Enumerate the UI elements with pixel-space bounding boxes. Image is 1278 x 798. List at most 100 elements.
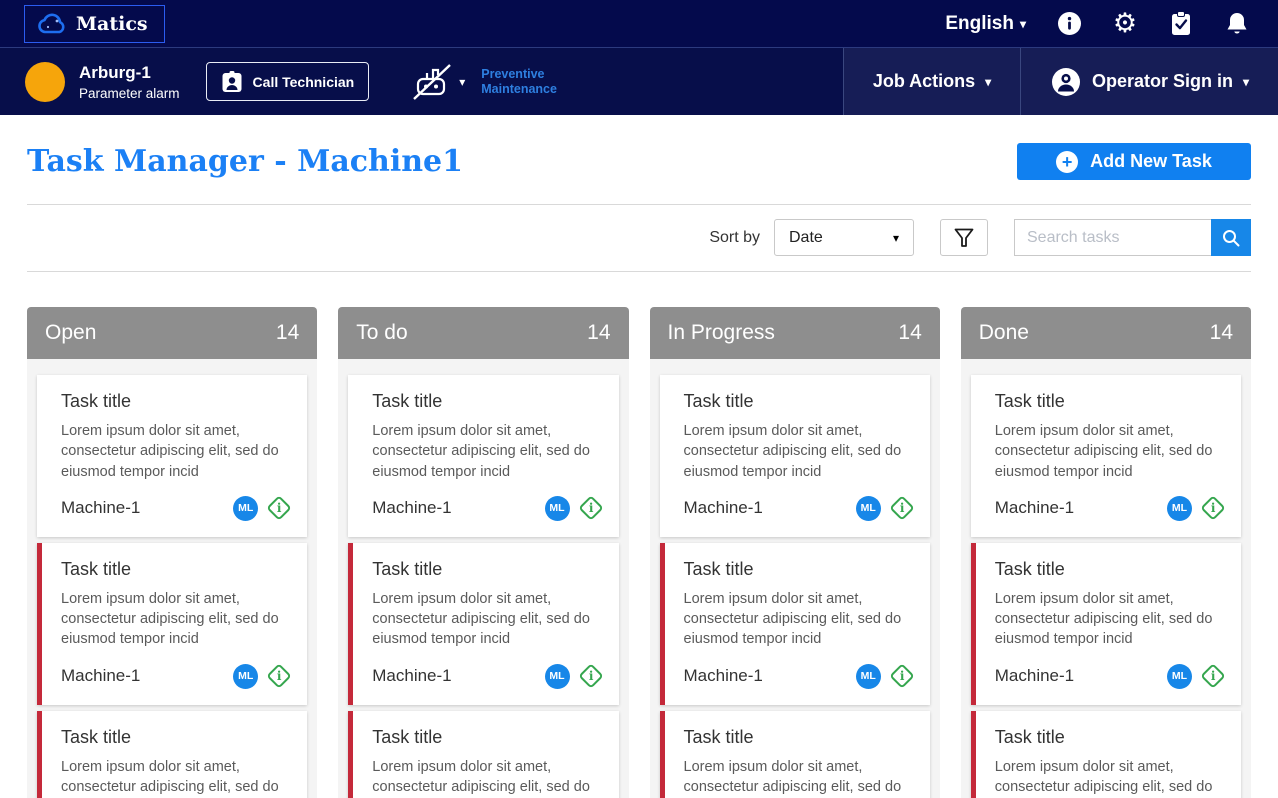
task-title: Task title — [683, 726, 754, 747]
chevron-down-icon: ▾ — [459, 74, 466, 89]
call-technician-label: Call Technician — [252, 73, 355, 90]
info-diamond-icon[interactable]: i — [1200, 495, 1226, 522]
operator-sign-in-menu[interactable]: Operator Sign in ▾ — [1020, 48, 1278, 115]
preventive-maintenance-label: Preventive Maintenance — [481, 66, 557, 96]
notifications-bell-icon[interactable] — [1224, 11, 1250, 37]
machine-name: Arburg-1 — [79, 62, 151, 82]
info-diamond-icon[interactable]: i — [889, 495, 915, 522]
add-new-task-label: Add New Task — [1090, 151, 1212, 171]
task-machine-label: Machine-1 — [372, 666, 452, 686]
ml-badge: ML — [855, 495, 881, 521]
settings-gear-icon[interactable]: ⚙ — [1112, 10, 1138, 37]
column-title: Open — [45, 321, 97, 344]
column-body: Task title Lorem ipsum dolor sit amet, co… — [960, 359, 1251, 798]
job-actions-label: Job Actions — [872, 71, 976, 91]
task-card[interactable]: Task title Lorem ipsum dolor sit amet, co… — [970, 375, 1241, 537]
task-card[interactable]: Task title Lorem ipsum dolor sit amet, co… — [37, 542, 308, 705]
info-diamond-icon[interactable]: i — [266, 663, 292, 690]
column-body: Task title Lorem ipsum dolor sit amet, co… — [338, 359, 629, 798]
job-actions-menu[interactable]: Job Actions ▾ — [843, 48, 1020, 115]
toolbar: Sort by Date ▾ — [27, 205, 1251, 271]
info-diamond-icon[interactable]: i — [266, 495, 292, 522]
task-machine-label: Machine-1 — [372, 498, 452, 518]
column-count-badge: 14 — [898, 321, 922, 344]
column-body: Task title Lorem ipsum dolor sit amet, co… — [649, 359, 940, 798]
operator-sign-in-label: Operator Sign in — [1091, 71, 1233, 91]
info-diamond-icon[interactable]: i — [889, 663, 915, 690]
task-machine-label: Machine-1 — [61, 498, 141, 518]
task-machine-label: Machine-1 — [683, 498, 763, 518]
machine-status-text: Parameter alarm — [79, 85, 180, 101]
task-card[interactable]: Task title Lorem ipsum dolor sit amet, co… — [348, 375, 619, 537]
ml-badge: ML — [233, 495, 259, 521]
sort-select[interactable]: Date ▾ — [774, 219, 914, 256]
task-title: Task title — [994, 558, 1065, 579]
info-diamond-icon[interactable]: i — [1200, 663, 1226, 690]
filter-funnel-icon — [953, 227, 975, 249]
task-title: Task title — [61, 726, 132, 747]
column-title: Done — [978, 321, 1029, 344]
kanban-column-open: Open 14 Task title Lorem ipsum dolor sit am… — [27, 307, 318, 798]
filter-button[interactable] — [940, 219, 988, 256]
info-icon[interactable] — [1056, 11, 1082, 37]
sort-by-label: Sort by — [709, 228, 760, 246]
task-description: Lorem ipsum dolor sit amet, consectetur … — [683, 590, 902, 648]
divider — [27, 271, 1251, 272]
column-body: Task title Lorem ipsum dolor sit amet, co… — [27, 359, 318, 798]
task-card[interactable]: Task title Lorem ipsum dolor sit amet, co… — [37, 375, 308, 537]
task-description: Lorem ipsum dolor sit amet, consectetur … — [61, 590, 279, 648]
kanban-board: Open 14 Task title Lorem ipsum dolor sit am… — [27, 307, 1251, 798]
task-card[interactable]: Task title Lorem ipsum dolor sit amet, co… — [659, 542, 930, 705]
task-title: Task title — [994, 726, 1065, 747]
kanban-column-done: Done 14 Task title Lorem ipsum dolor sit am… — [960, 307, 1251, 798]
brand-logo[interactable]: Matics — [24, 4, 165, 43]
preventive-maintenance-control[interactable]: ▾ Preventive Maintenance — [411, 62, 573, 102]
info-diamond-icon[interactable]: i — [577, 495, 604, 522]
task-card[interactable]: Task title Lorem ipsum dolor sit amet, co… — [348, 542, 619, 705]
column-title: To do — [356, 321, 408, 344]
task-card[interactable]: Task title Lorem ipsum dolor sit amet, co… — [37, 710, 308, 798]
ml-badge: ML — [544, 495, 570, 521]
search-input[interactable] — [1014, 219, 1211, 256]
language-label: English — [945, 12, 1014, 34]
column-title: In Progress — [667, 321, 775, 344]
task-manager-screen: Matics English ▾ ⚙ Arburg-1 Parameter al… — [0, 0, 1278, 798]
machine-summary: Arburg-1 Parameter alarm Call Technician — [0, 48, 843, 115]
page-title: Task Manager - Machine1 — [27, 144, 464, 179]
task-machine-label: Machine-1 — [994, 666, 1075, 686]
task-description: Lorem ipsum dolor sit amet, consectetur … — [994, 423, 1213, 480]
language-selector[interactable]: English ▾ — [945, 13, 1026, 35]
search-button[interactable] — [1211, 219, 1251, 256]
call-technician-button[interactable]: Call Technician — [205, 62, 370, 101]
task-card[interactable]: Task title Lorem ipsum dolor sit amet, co… — [348, 710, 619, 798]
ml-badge: ML — [1167, 663, 1192, 689]
task-description: Lorem ipsum dolor sit amet, consectetur … — [683, 423, 902, 480]
task-title: Task title — [372, 391, 443, 411]
task-card[interactable]: Task title Lorem ipsum dolor sit amet, co… — [659, 375, 930, 537]
add-new-task-button[interactable]: + Add New Task — [1017, 143, 1251, 180]
task-card[interactable]: Task title Lorem ipsum dolor sit amet, co… — [970, 542, 1241, 705]
ml-badge: ML — [855, 663, 881, 689]
task-card[interactable]: Task title Lorem ipsum dolor sit amet, co… — [970, 710, 1241, 798]
ml-badge: ML — [1167, 495, 1192, 521]
sort-selected-value: Date — [789, 228, 823, 246]
cloud-logo-icon — [37, 13, 67, 35]
info-diamond-icon[interactable]: i — [577, 663, 604, 690]
task-description: Lorem ipsum dolor sit amet, consectetur … — [994, 758, 1213, 796]
main-content: Task Manager - Machine1 + Add New Task S… — [0, 115, 1278, 798]
chevron-down-icon: ▾ — [892, 230, 899, 245]
column-header: In Progress 14 — [649, 307, 940, 359]
task-description: Lorem ipsum dolor sit amet, consectetur … — [372, 758, 590, 796]
task-title: Task title — [372, 726, 443, 747]
task-description: Lorem ipsum dolor sit amet, consectetur … — [994, 590, 1213, 648]
task-description: Lorem ipsum dolor sit amet, consectetur … — [61, 423, 279, 480]
column-count-badge: 14 — [275, 321, 300, 344]
task-description: Lorem ipsum dolor sit amet, consectetur … — [372, 590, 590, 648]
machine-bar: Arburg-1 Parameter alarm Call Technician — [0, 48, 1278, 115]
task-card[interactable]: Task title Lorem ipsum dolor sit amet, co… — [659, 710, 930, 798]
ml-badge: ML — [233, 663, 259, 689]
task-description: Lorem ipsum dolor sit amet, consectetur … — [372, 423, 590, 480]
tasks-clipboard-icon[interactable] — [1168, 10, 1194, 37]
kanban-column-in-progress: In Progress 14 Task title Lorem ipsum dolor… — [649, 307, 940, 798]
column-header: Open 14 — [27, 307, 318, 359]
